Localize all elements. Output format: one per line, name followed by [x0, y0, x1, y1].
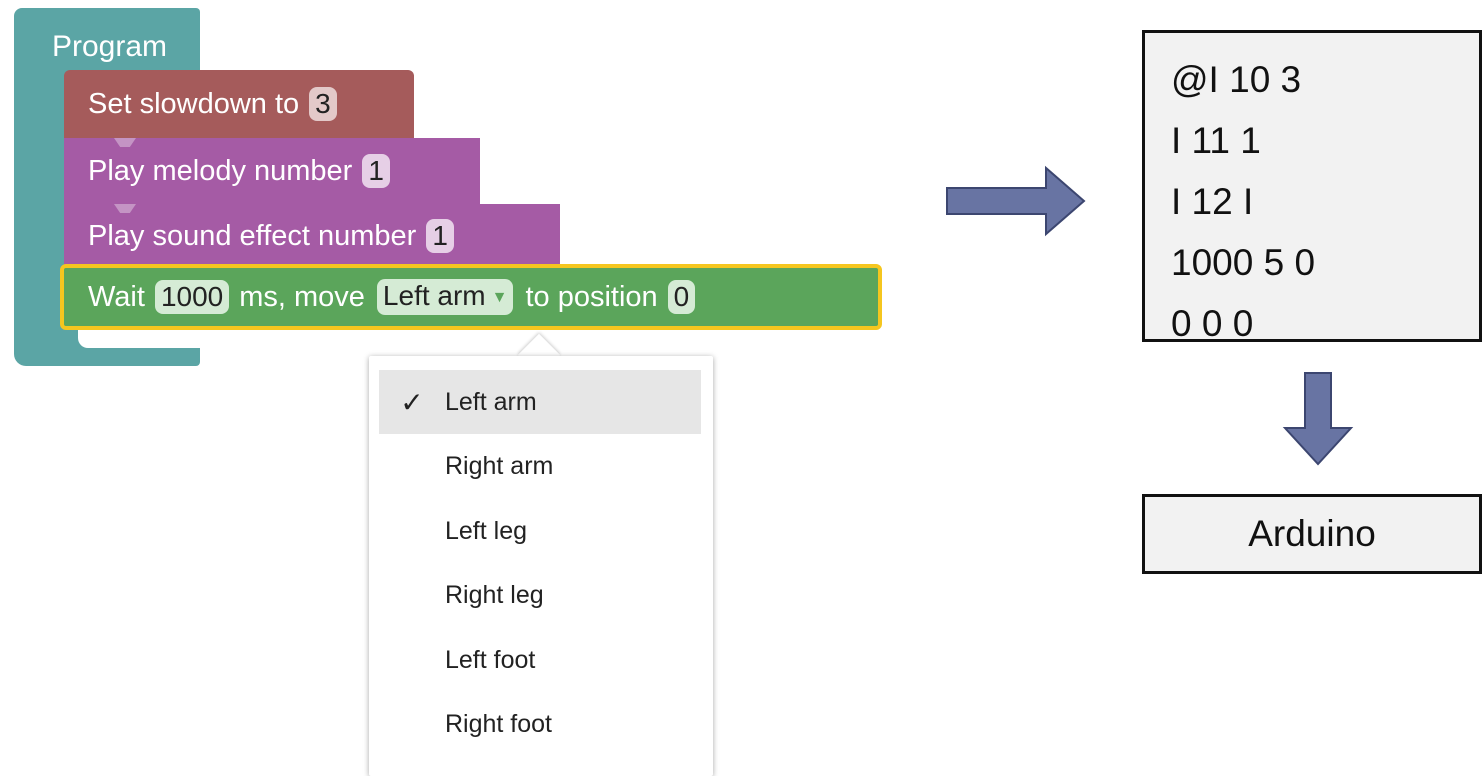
code-output-box: @I 10 3 I 11 1 I 12 I 1000 5 0 0 0 0 [1142, 30, 1482, 344]
dropdown-option-label: Left arm [445, 387, 537, 416]
wait-ms-field[interactable]: 1000 [154, 280, 230, 314]
melody-value-field[interactable]: 1 [362, 154, 390, 188]
checkmark-icon: ✓ [400, 386, 424, 418]
chevron-down-icon: ▼ [491, 288, 508, 306]
arduino-label: Arduino [1248, 513, 1376, 554]
block-label: Play sound effect number [88, 219, 417, 252]
code-line: @I 10 3 [1171, 59, 1302, 100]
block-label: Set slowdown to [88, 87, 300, 120]
arrow-right-icon [946, 165, 1086, 237]
set-slowdown-block[interactable]: Set slowdown to 3 [64, 70, 414, 138]
dropdown-option-label: Left foot [445, 645, 536, 674]
block-label: to position [525, 280, 658, 313]
play-sound-effect-block[interactable]: Play sound effect number 1 [64, 204, 560, 268]
dropdown-option-left-arm[interactable]: ✓ Left arm [379, 370, 701, 434]
dropdown-option-right-leg[interactable]: Right leg [379, 563, 701, 627]
code-line: I 11 1 [1171, 120, 1261, 161]
dropdown-option-label: Left leg [445, 516, 528, 545]
dropdown-option-left-foot[interactable]: Left foot [379, 628, 701, 692]
code-line: I 12 I [1171, 181, 1254, 222]
arrow-down-icon [1282, 372, 1354, 466]
dropdown-option-right-arm[interactable]: Right arm [379, 434, 701, 498]
sound-effect-value-field[interactable]: 1 [426, 219, 454, 253]
position-value-field[interactable]: 0 [667, 280, 696, 314]
code-line: 1000 5 0 [1171, 242, 1316, 283]
wait-move-block[interactable]: Wait 1000 ms, move Left arm ▼ to position… [60, 264, 882, 330]
slowdown-value-field[interactable]: 3 [309, 87, 337, 121]
program-label: Program [52, 30, 168, 63]
dropdown-option-left-leg[interactable]: Left leg [379, 499, 701, 563]
dropdown-option-label: Right arm [445, 451, 554, 480]
dropdown-option-label: Right foot [445, 709, 553, 738]
dropdown-option-right-foot[interactable]: Right foot [379, 692, 701, 756]
body-part-dropdown[interactable]: Left arm ▼ [376, 279, 514, 315]
block-label: Play melody number [88, 154, 353, 187]
body-part-value: Left arm [382, 280, 486, 312]
body-part-dropdown-menu: ✓ Left arm Right arm Left leg Right leg … [369, 356, 713, 776]
code-line: 0 0 0 [1171, 303, 1254, 344]
block-label: Wait [88, 280, 145, 313]
block-label: ms, move [239, 280, 365, 313]
block-notch [114, 204, 136, 213]
dropdown-option-label: Right leg [445, 580, 544, 609]
arduino-box: Arduino [1142, 494, 1482, 574]
play-melody-block[interactable]: Play melody number 1 [64, 138, 480, 204]
block-notch [114, 138, 136, 147]
